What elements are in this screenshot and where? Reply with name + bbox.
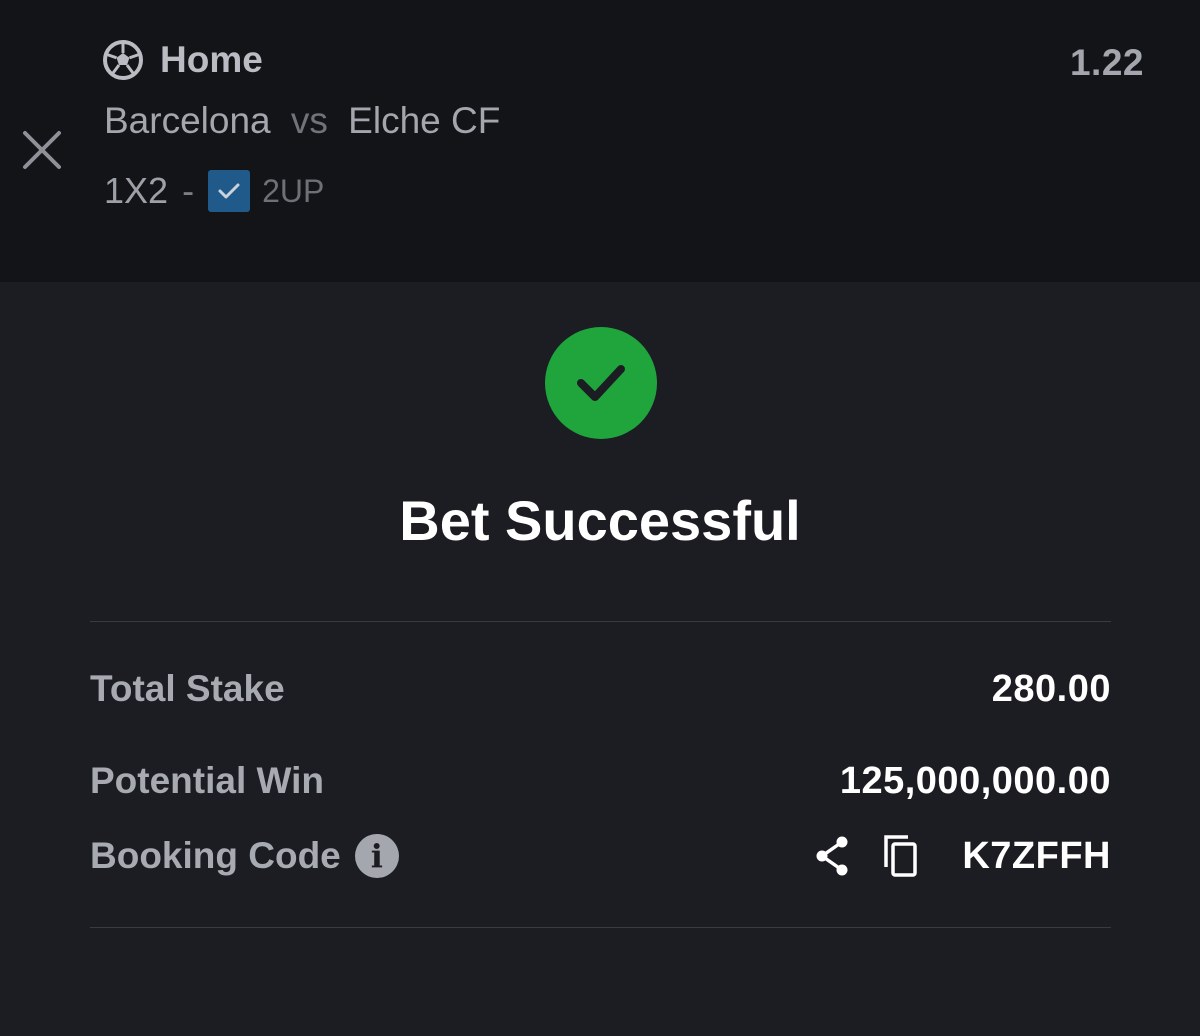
potential-win-row: Potential Win 125,000,000.00 — [90, 757, 1111, 805]
potential-win-label: Potential Win — [90, 760, 324, 801]
success-title: Bet Successful — [399, 489, 801, 552]
twoup-label: 2UP — [262, 172, 325, 209]
booking-code-actions: K7ZFFH — [810, 832, 1111, 880]
market-row: Home — [102, 38, 263, 82]
twoup-checkbox[interactable] — [208, 170, 251, 212]
bet-type-row: 1X2 - 2UP — [104, 168, 324, 214]
vs-label: vs — [290, 100, 328, 141]
booking-code-label: Booking Code — [90, 835, 341, 876]
bet-type: 1X2 — [104, 170, 169, 211]
separator: - — [182, 170, 195, 211]
copy-icon[interactable] — [878, 832, 922, 880]
booking-code-row: Booking Code i K7ZFFH — [90, 832, 1111, 880]
booking-code-label-wrap: Booking Code i — [90, 834, 399, 878]
share-icon[interactable] — [810, 832, 854, 880]
bet-selection-panel: Home 1.22 Barcelona vs Elche CF 1X2 - 2U… — [0, 0, 1200, 282]
total-stake-row: Total Stake 280.00 — [90, 665, 1111, 713]
away-team: Elche CF — [348, 100, 501, 141]
home-team: Barcelona — [104, 100, 271, 141]
checkmark-circle-icon — [545, 327, 657, 439]
divider-bottom — [90, 927, 1111, 928]
info-icon[interactable]: i — [354, 834, 399, 878]
odds-value: 1.22 — [1069, 42, 1144, 83]
market-label: Home — [160, 39, 263, 80]
booking-code-value[interactable]: K7ZFFH — [962, 835, 1111, 878]
match-teams: Barcelona vs Elche CF — [104, 100, 500, 142]
soccer-ball-icon — [102, 39, 144, 81]
close-icon[interactable] — [18, 126, 66, 174]
total-stake-value: 280.00 — [991, 667, 1111, 710]
total-stake-label: Total Stake — [90, 668, 285, 709]
potential-win-value: 125,000,000.00 — [839, 759, 1111, 802]
divider-top — [90, 621, 1111, 622]
